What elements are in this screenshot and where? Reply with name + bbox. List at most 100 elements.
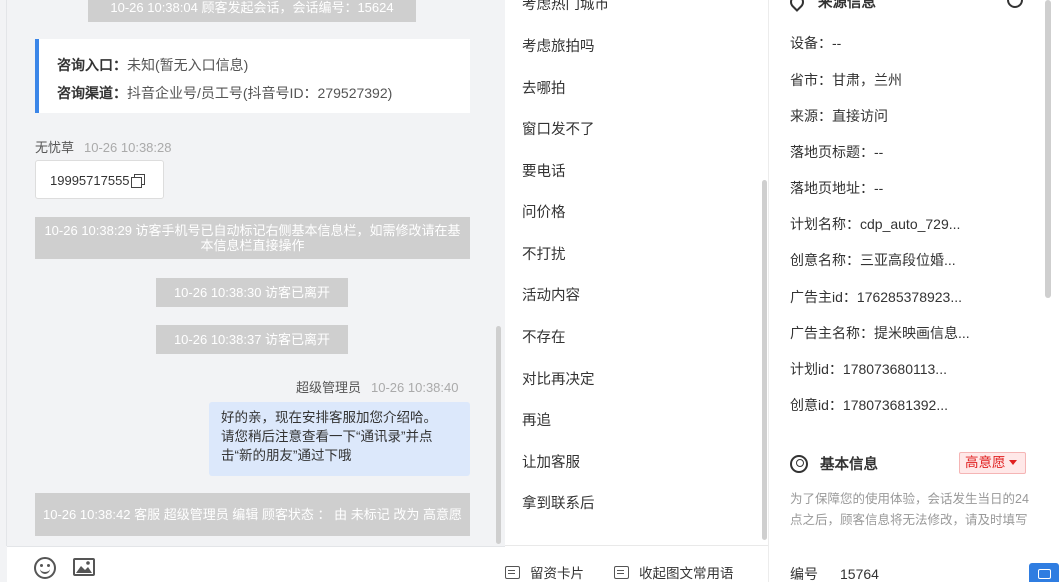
phrase-item[interactable]: 考虑热门城市 [522,0,609,14]
field-label: 计划名称： [790,216,860,232]
phrases-scrollbar[interactable] [762,180,767,540]
consult-entry: 咨询入口：未知(暂无入口信息) [57,51,470,79]
phrases-divider [505,545,768,546]
agent-name: 超级管理员 [296,380,362,395]
field-value: 178073681392... [842,397,949,413]
customer-info-panel: 来源信息 设备：-- 省市：甘肃，兰州 来源：直接访问 落地页标题：-- 落地页… [768,0,1062,582]
info-field-landing-title: 落地页标题：-- [790,142,1030,162]
chat-workspace: 10-26 10:38:04 顾客发起会话，会话编号：15624 咨询入口：未知… [0,0,1062,582]
phrase-item[interactable]: 活动内容 [522,284,580,305]
field-label: 落地页地址： [790,180,874,196]
field-label: 广告主名称： [790,325,874,341]
visitor-name: 无忧草 [35,140,75,155]
agent-message-meta: 超级管理员 10-26 10:38:40 [296,377,458,396]
visitor-phone-number: 19995717555 [50,173,130,188]
source-info-title-text: 来源信息 [818,0,876,11]
emoji-icon[interactable] [34,557,56,579]
info-field-device: 设备：-- [790,33,1030,53]
field-value: 178073680113... [842,361,947,377]
field-value: 15764 [840,566,879,582]
info-field-source: 来源：直接访问 [790,106,1030,126]
visitor-message-time: 10-26 10:38:28 [84,140,172,155]
chat-border [6,0,7,546]
field-value: -- [832,35,842,51]
agent-message-line: 好的亲，现在安排客服加您介绍哈。 [221,410,437,425]
agent-message-line: 击“新的朋友”通过下哦 [221,448,352,463]
settings-icon[interactable] [1007,0,1023,8]
chat-panel: 10-26 10:38:04 顾客发起会话，会话编号：15624 咨询入口：未知… [0,0,505,582]
info-field-plan-id: 计划id：178073680113... [790,359,1030,379]
phrase-item[interactable]: 要电话 [522,160,566,181]
field-label: 来源： [790,108,832,124]
edit-deadline-notice: 为了保障您的使用体验，会话发生当日的24点之后，顾客信息将无法修改，请及时填写 [790,492,1029,527]
consult-channel-value: 抖音企业号/员工号(抖音号ID：279527392) [127,85,393,101]
lead-card-button[interactable]: 留资卡片 [505,562,584,582]
collapse-phrases-button[interactable]: 收起图文常用语 [614,562,734,582]
system-message-visitor-left: 10-26 10:38:37 访客已离开 [156,325,348,354]
system-message-phone-marked: 10-26 10:38:29 访客手机号已自动标记右侧基本信息栏，如需修改请在基… [35,217,470,259]
phrase-item[interactable]: 再追 [522,409,551,430]
field-label: 创意id： [790,397,843,413]
field-value: cdp_auto_729... [860,216,961,232]
info-scrollbar[interactable] [1045,0,1051,298]
phrase-item[interactable]: 考虑旅拍吗 [522,35,595,56]
info-field-advertiser-name: 广告主名称：提米映画信息... [790,323,1030,343]
intent-status-label: 高意愿 [965,455,1006,470]
copy-icon[interactable] [130,174,145,188]
consult-channel: 咨询渠道：抖音企业号/员工号(抖音号ID：279527392) [57,79,470,107]
field-value: -- [874,180,884,196]
basic-info-title: 基本信息 [790,453,878,474]
basic-info-title-text: 基本信息 [820,457,878,473]
field-label: 落地页标题： [790,144,874,160]
agent-message-bubble: 好的亲，现在安排客服加您介绍哈。 请您稍后注意查看一下“通讯录”并点 击“新的朋… [209,402,470,476]
system-message-status-changed: 10-26 10:38:42 客服 超级管理员 编辑 顾客状态 ： 由 未标记 … [35,493,470,536]
phrase-item[interactable]: 窗口发不了 [522,118,595,139]
info-field-plan-name: 计划名称：cdp_auto_729... [790,214,1030,234]
chat-float-icon[interactable] [1029,563,1059,582]
field-value: 176285378923... [856,289,963,305]
phrase-item[interactable]: 不存在 [522,326,566,347]
system-message-visitor-left: 10-26 10:38:30 访客已离开 [156,278,348,307]
info-field-region: 省市：甘肃，兰州 [790,70,1030,90]
consult-entry-value: 未知(暂无入口信息) [127,57,249,73]
field-value: 甘肃，兰州 [832,72,902,88]
field-label: 广告主id： [790,289,857,305]
system-message-session-start: 10-26 10:38:04 顾客发起会话，会话编号：15624 [88,0,416,22]
info-field-creative-name: 创意名称：三亚高段位婚... [790,250,1030,270]
field-value: 三亚高段位婚... [860,252,956,268]
field-label: 编号 [790,566,818,582]
location-pin-icon [787,0,807,12]
phrase-item[interactable]: 去哪拍 [522,77,566,98]
phrase-item[interactable]: 让加客服 [522,451,580,472]
collapse-phrases-label: 收起图文常用语 [639,566,734,581]
source-info-title: 来源信息 [787,0,876,12]
chat-input-toolbar [7,546,505,582]
chat-scrollbar[interactable] [496,326,501,544]
field-label: 计划id： [790,361,843,377]
consult-entry-label: 咨询入口： [57,57,127,73]
visitor-phone-bubble[interactable]: 19995717555 [35,160,164,199]
info-field-creative-id: 创意id：178073681392... [790,395,1030,415]
field-value: 提米映画信息... [874,325,970,341]
agent-message-line: 请您稍后注意查看一下“通讯录”并点 [221,429,433,444]
visitor-message-meta: 无忧草 10-26 10:38:28 [35,137,171,156]
consult-channel-label: 咨询渠道： [57,85,127,101]
field-label: 省市： [790,72,832,88]
info-field-landing-url: 落地页地址：-- [790,178,1030,198]
field-label: 设备： [790,35,832,51]
agent-message-time: 10-26 10:38:40 [371,380,459,395]
message-icon [614,565,629,579]
phrase-item[interactable]: 拿到联系后 [522,492,595,513]
phrase-item[interactable]: 不打扰 [522,243,566,264]
field-label: 创意名称： [790,252,860,268]
consult-info-card: 咨询入口：未知(暂无入口信息) 咨询渠道：抖音企业号/员工号(抖音号ID：279… [35,39,470,113]
intent-status-dropdown[interactable]: 高意愿 [959,452,1026,474]
phrase-item[interactable]: 问价格 [522,201,566,222]
image-icon[interactable] [73,558,95,576]
field-value: -- [874,144,884,160]
card-icon [505,565,520,579]
info-field-advertiser-id: 广告主id：176285378923... [790,287,1030,307]
info-field-id: 编号 15764 [790,564,1030,582]
lead-card-label: 留资卡片 [530,566,584,581]
phrase-item[interactable]: 对比再决定 [522,368,595,389]
